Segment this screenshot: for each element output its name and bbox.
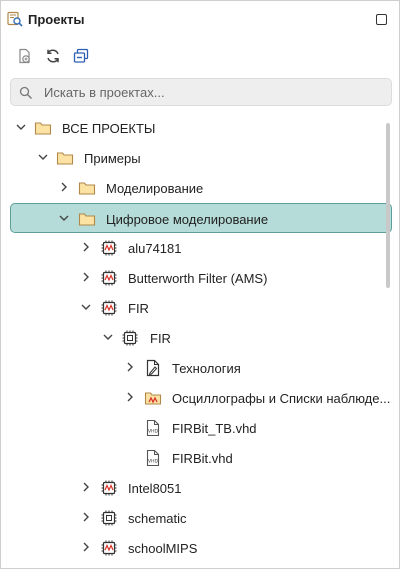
chip-wave-icon <box>101 480 117 496</box>
vhd-file-icon: VHD <box>146 449 160 467</box>
tree-item-schematic[interactable]: schematic <box>1 503 391 533</box>
chevron-right-icon[interactable] <box>80 481 92 493</box>
toolbar <box>1 45 399 69</box>
chevron-right-icon[interactable] <box>124 361 136 373</box>
tree-item-digital-modeling[interactable]: Цифровое моделирование <box>10 203 392 233</box>
tree-item-firbit-vhd[interactable]: VHD FIRBit.vhd <box>1 443 391 473</box>
refresh-icon <box>47 49 59 63</box>
chip-wave-icon <box>101 270 117 286</box>
chevron-down-icon[interactable] <box>102 331 114 343</box>
chip-icon <box>122 330 138 346</box>
tree-item-schoolmips[interactable]: schoolMIPS <box>1 533 391 563</box>
chevron-right-icon[interactable] <box>80 541 92 553</box>
tree-item-all-projects[interactable]: ВСЕ ПРОЕКТЫ <box>1 113 391 143</box>
new-project-button[interactable] <box>15 45 35 67</box>
search-icon <box>19 86 32 99</box>
collapse-all-button[interactable] <box>71 45 91 67</box>
tree-item-alu74181[interactable]: alu74181 <box>1 233 391 263</box>
tree-item-label: FIR <box>150 331 171 346</box>
tree-item-technology[interactable]: Технология <box>1 353 391 383</box>
refresh-button[interactable] <box>43 45 63 67</box>
chevron-down-icon[interactable] <box>15 121 27 133</box>
project-search-box <box>10 78 392 106</box>
folder-icon <box>78 182 96 195</box>
chevron-right-icon[interactable] <box>80 511 92 523</box>
tree-item-label: Технология <box>172 361 241 376</box>
project-tree: ВСЕ ПРОЕКТЫ Примеры Моделирование Цифров… <box>1 113 399 568</box>
tree-item-intel8051[interactable]: Intel8051 <box>1 473 391 503</box>
folder-icon <box>56 152 74 165</box>
chevron-right-icon[interactable] <box>80 271 92 283</box>
tree-item-label: Примеры <box>84 151 141 166</box>
chevron-down-icon[interactable] <box>37 151 49 163</box>
tree-item-label: Осциллографы и Списки наблюде... <box>172 391 391 406</box>
search-input[interactable] <box>44 82 384 102</box>
new-document-icon <box>19 48 30 64</box>
folder-icon <box>34 122 52 135</box>
svg-text:VHD: VHD <box>148 429 158 435</box>
tree-item-firbit-tb-vhd[interactable]: VHD FIRBit_TB.vhd <box>1 413 391 443</box>
tree-item-examples[interactable]: Примеры <box>1 143 391 173</box>
tree-item-modeling[interactable]: Моделирование <box>1 173 391 203</box>
tree-item-label: alu74181 <box>128 241 182 256</box>
chip-wave-icon <box>101 240 117 256</box>
tree-item-scopes-watchlists[interactable]: Осциллографы и Списки наблюде... <box>1 383 391 413</box>
tree-item-fir[interactable]: FIR <box>1 293 391 323</box>
chevron-right-icon[interactable] <box>80 241 92 253</box>
tree-item-butterworth-filter[interactable]: Butterworth Filter (AMS) <box>1 263 391 293</box>
tree-item-label: ВСЕ ПРОЕКТЫ <box>62 121 156 136</box>
tree-item-fir-design[interactable]: FIR <box>1 323 391 353</box>
tree-item-label: Butterworth Filter (AMS) <box>128 271 268 286</box>
technology-doc-icon <box>146 359 160 377</box>
tree-item-label: FIRBit.vhd <box>172 451 233 466</box>
chevron-right-icon[interactable] <box>124 391 136 403</box>
tree-item-label: schoolMIPS <box>128 541 198 556</box>
scope-folder-icon <box>144 392 162 405</box>
tree-item-label: Моделирование <box>106 181 204 196</box>
tree-item-label: Intel8051 <box>128 481 182 496</box>
chip-icon <box>101 510 117 526</box>
chevron-down-icon[interactable] <box>58 212 70 224</box>
tree-item-label: FIRBit_TB.vhd <box>172 421 257 436</box>
maximize-icon[interactable] <box>376 14 387 25</box>
chip-wave-icon <box>101 300 117 316</box>
panel-header: Проекты <box>1 1 399 37</box>
tree-item-label: schematic <box>128 511 187 526</box>
chevron-down-icon[interactable] <box>80 301 92 313</box>
vhd-file-icon: VHD <box>146 419 160 437</box>
tree-item-label: Цифровое моделирование <box>106 212 269 227</box>
svg-text:VHD: VHD <box>148 459 158 465</box>
tree-item-label: FIR <box>128 301 149 316</box>
projects-search-icon <box>7 11 23 27</box>
tree-scrollbar[interactable] <box>386 123 390 288</box>
chevron-right-icon[interactable] <box>58 181 70 193</box>
chip-wave-icon <box>101 540 117 556</box>
projects-panel: Проекты Искать в проектах... ВСЕ ПРОЕКТЫ… <box>0 0 400 569</box>
panel-title: Проекты <box>28 12 85 27</box>
collapse-all-icon <box>73 48 89 63</box>
folder-icon <box>78 213 96 226</box>
